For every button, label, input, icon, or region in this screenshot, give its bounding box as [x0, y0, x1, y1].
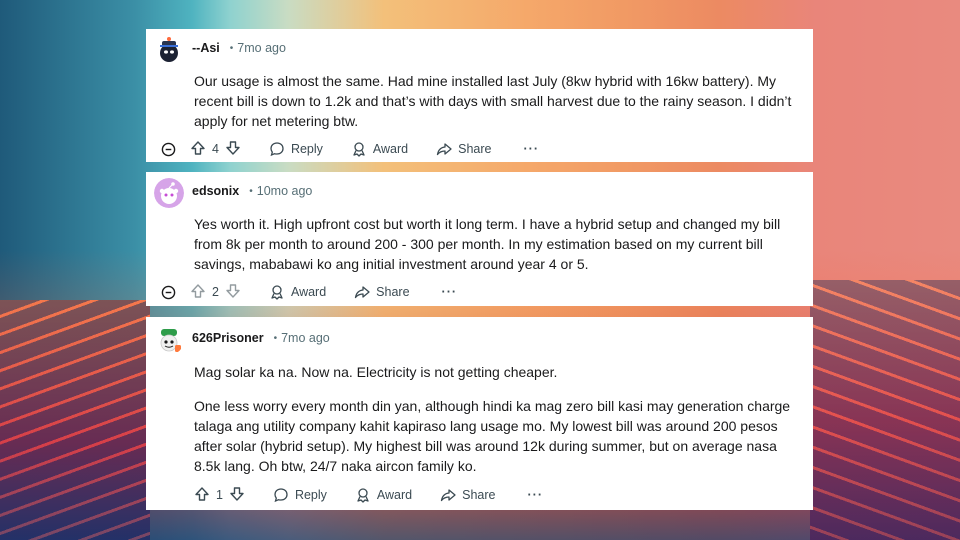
share-arrow-icon [355, 286, 370, 299]
vote-count: 1 [216, 488, 223, 502]
comment-card: --Asi • 7mo ago Our usage is almost the … [146, 29, 813, 162]
snoo-green-avatar-icon [154, 325, 184, 355]
comment-header: edsonix • 10mo ago [192, 184, 312, 198]
background-solar-panel-right [810, 280, 960, 540]
award-button[interactable]: Award [355, 487, 412, 503]
award-label: Award [372, 142, 409, 156]
timestamp[interactable]: 7mo ago [237, 41, 286, 55]
comment-body: Mag solar ka na. Now na. Electricity is … [194, 362, 806, 476]
vote-group: 4 [190, 140, 241, 159]
share-label: Share [376, 285, 410, 299]
comment-actions: 4 Reply Award Share ··· [160, 138, 539, 160]
user-avatar[interactable] [154, 178, 184, 208]
timestamp[interactable]: 7mo ago [281, 331, 330, 345]
upvote-button[interactable] [194, 486, 210, 505]
vote-group: 2 [190, 283, 241, 302]
comment-card: edsonix • 10mo ago Yes worth it. High up… [146, 172, 813, 306]
reply-bubble-icon [270, 142, 284, 157]
more-options-button[interactable]: ··· [442, 285, 458, 299]
comment-actions: 1 Reply Award Share ··· [194, 484, 543, 506]
comment-body: Yes worth it. High upfront cost but wort… [194, 214, 806, 274]
downvote-arrow-icon [226, 283, 240, 298]
user-avatar[interactable] [154, 325, 184, 355]
comment-header: 626Prisoner • 7mo ago [192, 331, 330, 345]
share-label: Share [462, 488, 496, 502]
comment-paragraph: Our usage is almost the same. Had mine i… [194, 73, 792, 129]
downvote-button[interactable] [229, 486, 245, 505]
collapse-button[interactable] [160, 284, 176, 300]
more-options-button[interactable]: ··· [528, 488, 544, 502]
comment-paragraph: One less worry every month din yan, alth… [194, 398, 791, 474]
downvote-arrow-icon [226, 140, 240, 155]
reply-bubble-icon [274, 488, 288, 503]
snoo-dark-avatar-icon [154, 35, 184, 65]
comment-paragraph: Yes worth it. High upfront cost but wort… [194, 216, 781, 272]
upvote-arrow-icon [191, 140, 205, 155]
separator-dot: • [249, 185, 253, 197]
collapse-button[interactable] [160, 141, 176, 157]
reply-button[interactable]: Reply [273, 487, 327, 503]
background-solar-panel-left [0, 300, 150, 540]
downvote-button[interactable] [225, 140, 241, 159]
share-arrow-icon [436, 143, 452, 156]
upvote-button[interactable] [190, 140, 206, 159]
reply-label: Reply [290, 142, 323, 156]
comment-body: Our usage is almost the same. Had mine i… [194, 71, 806, 131]
share-arrow-icon [440, 489, 456, 502]
comment-card: 626Prisoner • 7mo ago Mag solar ka na. N… [146, 317, 813, 510]
user-avatar[interactable] [154, 35, 184, 65]
comment-header: --Asi • 7mo ago [192, 41, 286, 55]
vote-count: 2 [212, 285, 219, 299]
separator-dot: • [273, 332, 278, 344]
collapse-minus-icon [161, 142, 175, 156]
share-button[interactable]: Share [436, 141, 492, 157]
award-icon [271, 285, 283, 300]
downvote-arrow-icon [230, 486, 244, 501]
collapse-minus-icon [161, 285, 175, 299]
reply-button[interactable]: Reply [269, 141, 323, 157]
timestamp[interactable]: 10mo ago [257, 184, 313, 198]
separator-dot: • [229, 42, 234, 54]
snoo-purple-avatar-icon [154, 178, 184, 208]
upvote-arrow-icon [191, 283, 205, 298]
share-button[interactable]: Share [440, 487, 496, 503]
username[interactable]: 626Prisoner [192, 331, 264, 345]
share-label: Share [458, 142, 492, 156]
award-button[interactable]: Award [351, 141, 408, 157]
downvote-button[interactable] [225, 283, 241, 302]
upvote-button[interactable] [190, 283, 206, 302]
award-icon [353, 142, 365, 157]
award-label: Award [290, 285, 327, 299]
upvote-arrow-icon [195, 486, 209, 501]
award-icon [357, 488, 369, 503]
comment-paragraph: Mag solar ka na. Now na. Electricity is … [194, 364, 558, 380]
username[interactable]: --Asi [192, 41, 220, 55]
username[interactable]: edsonix [192, 184, 239, 198]
vote-group: 1 [194, 486, 245, 505]
comment-actions: 2 Award Share ··· [160, 281, 457, 303]
award-label: Award [376, 488, 413, 502]
vote-count: 4 [212, 142, 219, 156]
award-button[interactable]: Award [269, 284, 326, 300]
share-button[interactable]: Share [354, 284, 410, 300]
reply-label: Reply [294, 488, 327, 502]
more-options-button[interactable]: ··· [524, 142, 540, 156]
